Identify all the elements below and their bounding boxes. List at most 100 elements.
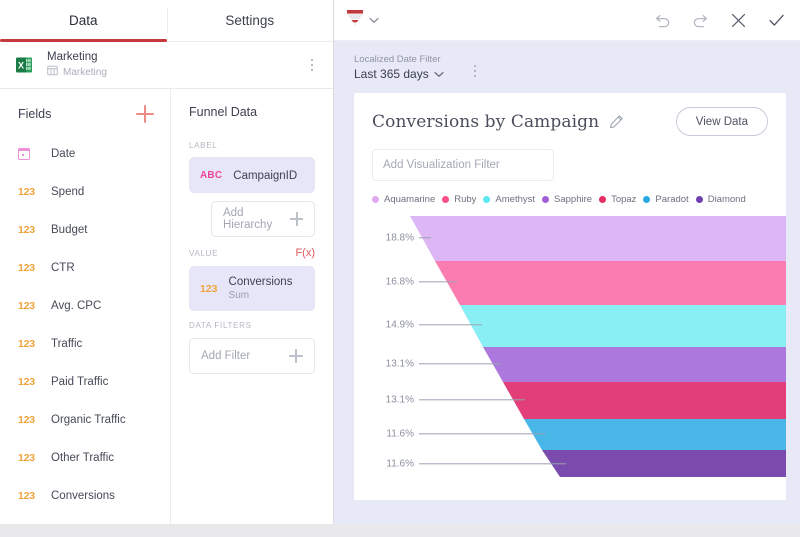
funnel-leader-line: [419, 237, 431, 238]
label-chip-texts: CampaignID: [233, 166, 297, 184]
label-chip-campaignid[interactable]: ABC CampaignID: [189, 157, 315, 193]
left-panel: Data Settings X: [0, 0, 334, 524]
date-filter-value-button[interactable]: Last 365 days: [354, 66, 444, 82]
datasource-title: Marketing: [47, 51, 303, 64]
legend-item[interactable]: Aquamarine: [372, 194, 435, 205]
field-label: Other Traffic: [51, 452, 114, 464]
view-data-button[interactable]: View Data: [676, 107, 768, 136]
tab-settings[interactable]: Settings: [167, 0, 334, 41]
chart-title: Conversions by Campaign: [372, 112, 599, 132]
tab-data[interactable]: Data: [0, 0, 167, 41]
redo-icon[interactable]: [691, 11, 710, 30]
svg-text:X: X: [18, 60, 24, 70]
tab-settings-label: Settings: [225, 13, 274, 28]
legend-swatch: [599, 196, 606, 203]
funnel-leader-line: [419, 433, 545, 434]
number-icon: 123: [18, 262, 42, 274]
chart-card-header: Conversions by Campaign View Data: [372, 107, 768, 136]
field-item-traffic[interactable]: 123 Traffic: [0, 325, 170, 363]
funnel-band-aquamarine: [410, 216, 786, 261]
funnel-tick-label: 13.1%: [386, 359, 414, 370]
tab-bar: Data Settings: [0, 0, 333, 42]
left-panes: Fields Date 123 Spend 123 Budget 123: [0, 89, 333, 524]
datasource-menu-button[interactable]: [303, 56, 321, 74]
funnel-band-amethyst: [460, 305, 786, 347]
field-label: Conversions: [51, 490, 115, 502]
number-icon: 123: [18, 490, 42, 502]
chart-type-selector[interactable]: [346, 8, 379, 32]
legend-label: Ruby: [454, 194, 476, 205]
number-icon: 123: [18, 300, 42, 312]
legend-label: Diamond: [708, 194, 746, 205]
fields-pane: Fields Date 123 Spend 123 Budget 123: [0, 89, 170, 524]
legend-swatch: [442, 196, 449, 203]
field-item-budget[interactable]: 123 Budget: [0, 211, 170, 249]
fields-header: Fields: [0, 89, 170, 135]
funnel-tick-label: 18.8%: [386, 233, 414, 244]
legend-item[interactable]: Paradot: [643, 194, 688, 205]
legend-item[interactable]: Ruby: [442, 194, 476, 205]
add-filter-button[interactable]: Add Filter: [189, 338, 315, 374]
field-item-other-traffic[interactable]: 123 Other Traffic: [0, 439, 170, 477]
field-item-organic-traffic[interactable]: 123 Organic Traffic: [0, 401, 170, 439]
funnel-band-paradot: [524, 419, 786, 450]
legend-label: Sapphire: [554, 194, 592, 205]
close-icon[interactable]: [729, 11, 748, 30]
add-visualization-filter-button[interactable]: Add Visualization Filter: [372, 149, 554, 181]
add-filter-label: Add Filter: [201, 350, 250, 362]
field-item-paid-traffic[interactable]: 123 Paid Traffic: [0, 363, 170, 401]
field-label: CTR: [51, 262, 75, 274]
funnel-leader-line: [419, 363, 502, 364]
viz-filter-placeholder: Add Visualization Filter: [383, 159, 500, 171]
datasource-subtitle: Marketing: [63, 66, 107, 79]
legend-item[interactable]: Diamond: [696, 194, 746, 205]
field-label: Spend: [51, 186, 84, 198]
legend-swatch: [696, 196, 703, 203]
funnel-data-pane: Funnel Data LABEL ABC CampaignID Add Hie…: [170, 89, 333, 524]
date-filter: Localized Date Filter Last 365 days: [354, 53, 786, 82]
funnel-leader-line: [419, 463, 566, 464]
plus-icon: [290, 212, 303, 226]
date-filter-menu-button[interactable]: [466, 62, 484, 80]
datasource-subtitle-row: Marketing: [47, 65, 303, 80]
number-icon: 123: [200, 283, 218, 295]
field-item-spend[interactable]: 123 Spend: [0, 173, 170, 211]
field-label: Avg. CPC: [51, 300, 101, 312]
field-label: Traffic: [51, 338, 82, 350]
field-item-date[interactable]: Date: [0, 135, 170, 173]
legend-item[interactable]: Sapphire: [542, 194, 592, 205]
check-icon[interactable]: [767, 11, 786, 30]
undo-icon[interactable]: [653, 11, 672, 30]
add-hierarchy-button[interactable]: Add Hierarchy: [211, 201, 315, 237]
fx-button[interactable]: F(x): [295, 247, 315, 259]
value-section-caption-row: VALUE F(x): [171, 247, 333, 259]
view-data-label: View Data: [696, 116, 748, 128]
date-filter-label: Localized Date Filter: [354, 53, 444, 66]
legend-label: Paradot: [655, 194, 688, 205]
datasource-texts: Marketing Marketing: [47, 51, 303, 80]
field-label: Organic Traffic: [51, 414, 126, 426]
funnel-tick-label: 11.6%: [386, 429, 414, 440]
pencil-icon[interactable]: [609, 114, 624, 129]
field-item-avg-cpc[interactable]: 123 Avg. CPC: [0, 287, 170, 325]
funnel-data-header: Funnel Data: [171, 89, 333, 131]
datasource-row[interactable]: X Marketing Marketing: [0, 42, 333, 89]
value-chip-conversions[interactable]: 123 Conversions Sum: [189, 266, 315, 311]
funnel-tick-label: 14.9%: [386, 320, 414, 331]
plus-icon: [289, 349, 303, 363]
number-icon: 123: [18, 376, 42, 388]
legend-item[interactable]: Topaz: [599, 194, 636, 205]
funnel-leader-line: [419, 399, 525, 400]
value-chip-name: Conversions: [229, 275, 293, 289]
field-item-ctr[interactable]: 123 CTR: [0, 249, 170, 287]
add-field-button[interactable]: [136, 105, 154, 123]
data-filters-caption-row: DATA FILTERS: [171, 321, 333, 330]
funnel-leader-line: [419, 324, 482, 325]
funnel-tick-label: 16.8%: [386, 277, 414, 288]
legend-item[interactable]: Amethyst: [483, 194, 535, 205]
funnel-band-ruby: [435, 261, 786, 305]
abc-icon: ABC: [200, 170, 222, 181]
field-item-conversions[interactable]: 123 Conversions: [0, 477, 170, 515]
chart-body: Localized Date Filter Last 365 days Conv…: [334, 41, 800, 524]
legend-label: Topaz: [611, 194, 636, 205]
